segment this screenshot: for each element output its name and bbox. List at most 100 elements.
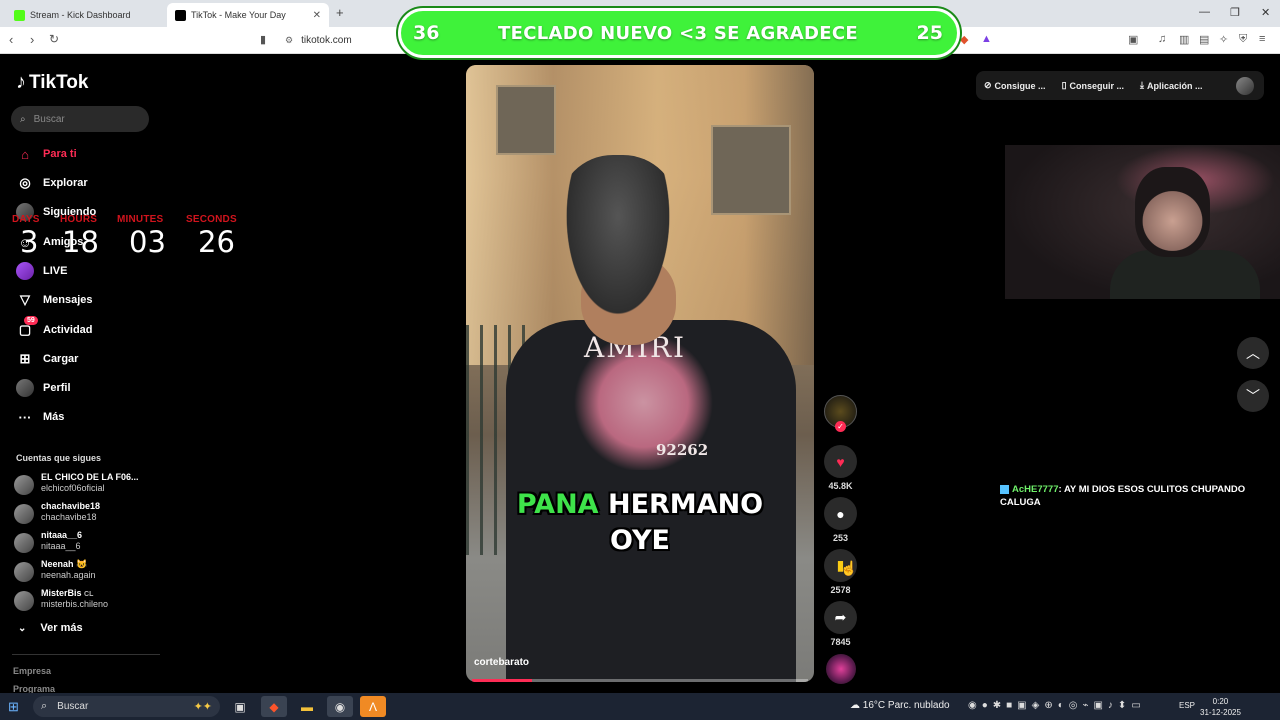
tiktok-favicon-icon [175, 9, 186, 21]
see-more-button[interactable]: ⌄ Ver más [18, 622, 83, 634]
header-actions: ⊘ Consigue ... ▯ Conseguir ... ⤓ Aplicación… [976, 71, 1264, 100]
video-progress-bar[interactable] [472, 679, 808, 682]
share-count: 7845 [830, 637, 851, 647]
footer-link-empresa[interactable]: Empresa [13, 666, 51, 676]
new-tab-button[interactable]: + [336, 5, 344, 20]
account-handle: elchicof06oficial [41, 483, 105, 493]
video-author[interactable]: cortebarato [474, 657, 529, 668]
see-more-label: Ver más [40, 622, 83, 634]
tab-kick-dashboard[interactable]: Stream - Kick Dashboard [6, 3, 166, 27]
maximize-button[interactable]: ❐ [1230, 6, 1240, 19]
nav-mas[interactable]: ··· Más [16, 406, 65, 428]
video-player[interactable]: AMIRI 92262 PANA HERMANO OYE cortebarato [466, 65, 814, 682]
chevron-down-icon: ﹀ [1246, 388, 1260, 404]
brave-shield-icon[interactable]: ◆ [960, 33, 968, 46]
share-button[interactable]: ➦ [824, 601, 857, 634]
following-item[interactable]: MisterBis CL misterbis.chileno [14, 588, 149, 614]
coin-icon: ⊘ [984, 80, 992, 90]
file-explorer-icon[interactable]: ▬ [294, 696, 320, 717]
following-title: Cuentas que sigues [16, 453, 102, 463]
notification-badge: 59 [24, 316, 38, 325]
kick-favicon-icon [14, 9, 25, 21]
more-icon: ··· [18, 409, 32, 425]
system-clock[interactable]: 0:20 31-12-2025 [1200, 696, 1241, 718]
like-button[interactable]: ♥ [824, 445, 857, 478]
task-view-icon[interactable]: ▣ [227, 696, 253, 717]
countdown-minutes-value: 03 [129, 225, 166, 259]
reload-button[interactable]: ↻ [49, 32, 59, 46]
music-disc[interactable] [826, 654, 856, 684]
download-icon: ⤓ [1140, 80, 1145, 90]
following-item[interactable]: Neenah 😺 neenah.again [14, 559, 149, 585]
vpn-icon[interactable]: ⛨ [1239, 33, 1247, 46]
chevron-down-icon: ⌄ [18, 622, 27, 634]
tiktok-logo[interactable]: ♪ TikTok [16, 71, 88, 94]
app-a-icon[interactable]: Λ [360, 696, 386, 717]
user-avatar[interactable] [1236, 77, 1254, 95]
brave-rewards-icon[interactable]: ▲ [981, 33, 992, 45]
back-button[interactable]: ‹ [9, 32, 13, 47]
site-info-icon[interactable]: ⚙ [285, 35, 293, 46]
stream-goal-banner: 36 TECLADO NUEVO <3 SE AGRADECE 25 [398, 8, 960, 58]
nav-mensajes[interactable]: ▽ Mensajes [16, 289, 93, 311]
following-item[interactable]: nitaaa__6 nitaaa__6 [14, 530, 149, 556]
save-count: 2578 [830, 585, 851, 595]
bookmark-icon[interactable]: ▮ [260, 33, 266, 46]
sidebar-icon[interactable]: ▥ [1179, 33, 1189, 46]
nav-explorar[interactable]: ◎ Explorar [16, 172, 87, 194]
minimize-button[interactable]: — [1199, 6, 1210, 18]
desktop-app-button[interactable]: ⤓ Aplicación ... [1140, 80, 1203, 91]
nav-para-ti[interactable]: ⌂ Para ti [16, 143, 77, 165]
follow-plus-icon[interactable]: ✓ [835, 421, 846, 432]
weather-cloud-icon: ☁ [850, 700, 860, 711]
nav-live[interactable]: LIVE [16, 260, 67, 282]
nav-perfil[interactable]: Perfil [16, 377, 71, 399]
following-item[interactable]: chachavibe18 chachavibe18 [14, 501, 149, 527]
get-app-button[interactable]: ▯ Conseguir ... [1062, 80, 1124, 91]
taskbar-search[interactable]: ⌕ Buscar ✦✦ [33, 696, 220, 717]
close-window-button[interactable]: ✕ [1261, 6, 1270, 19]
compass-icon: ◎ [19, 175, 31, 190]
get-coins-button[interactable]: ⊘ Consigue ... [984, 80, 1046, 91]
forward-button[interactable]: › [30, 32, 34, 47]
following-item[interactable]: EL CHICO DE LA F06... elchicof06oficial [14, 472, 149, 498]
nav-cargar[interactable]: ⊞ Cargar [16, 348, 79, 370]
previous-video-button[interactable]: ︿ [1237, 337, 1269, 369]
clock-time: 0:20 [1212, 697, 1229, 706]
language-indicator[interactable]: ESP [1179, 701, 1195, 710]
home-icon: ⌂ [21, 146, 29, 162]
countdown-seconds-value: 26 [198, 225, 235, 259]
live-icon [16, 262, 34, 280]
nav-actividad[interactable]: ▢ 59 Actividad [16, 316, 93, 341]
countdown-hours-label: HOURS [60, 214, 98, 225]
address-bar[interactable]: ⚙ tikotok.com [285, 31, 405, 50]
obs-icon[interactable]: ◉ [327, 696, 353, 717]
leo-ai-icon[interactable]: ✧ [1219, 33, 1228, 46]
system-tray-icons[interactable]: ◉●✱■▣◈⊕◐◎⌁▣♪⬍▭ [968, 700, 1146, 711]
caption-highlight: PANA [516, 489, 599, 520]
menu-icon[interactable]: ≡ [1259, 33, 1265, 45]
clock-date: 31-12-2025 [1200, 708, 1241, 717]
nav-label: Más [43, 411, 65, 423]
wallet-icon[interactable]: ▤ [1199, 33, 1209, 46]
taskbar-search-placeholder: Buscar [57, 701, 89, 712]
tab-search-icon[interactable]: ▣ [1128, 33, 1138, 46]
tab-label: TikTok - Make Your Day [191, 10, 286, 20]
country-flag: CL [84, 591, 94, 598]
search-input[interactable]: ⌕ Buscar [11, 106, 149, 132]
heart-icon: ♥ [836, 453, 845, 470]
weather-widget[interactable]: ☁ 16°C Parc. nublado [850, 700, 950, 711]
caption-text: HERMANO [607, 489, 764, 520]
tab-tiktok[interactable]: TikTok - Make Your Day ✕ [167, 3, 329, 27]
next-video-button[interactable]: ﹀ [1237, 380, 1269, 412]
webcam-person-body [1110, 250, 1260, 299]
phone-icon: ▯ [1061, 80, 1067, 90]
like-count: 45.8K [828, 481, 853, 491]
comment-button[interactable]: ● [824, 497, 857, 530]
brave-browser-icon[interactable]: ◆ [261, 696, 287, 717]
windows-start-icon[interactable]: ⊞ [8, 699, 19, 715]
windows-taskbar: ⊞ ⌕ Buscar ✦✦ ▣ ◆ ▬ ◉ Λ ☁ 16°C Parc. nub… [0, 693, 1280, 720]
inbox-icon: ▢ 59 [16, 316, 38, 339]
media-icon[interactable]: ♫ [1158, 33, 1166, 45]
close-tab-icon[interactable]: ✕ [313, 10, 321, 21]
